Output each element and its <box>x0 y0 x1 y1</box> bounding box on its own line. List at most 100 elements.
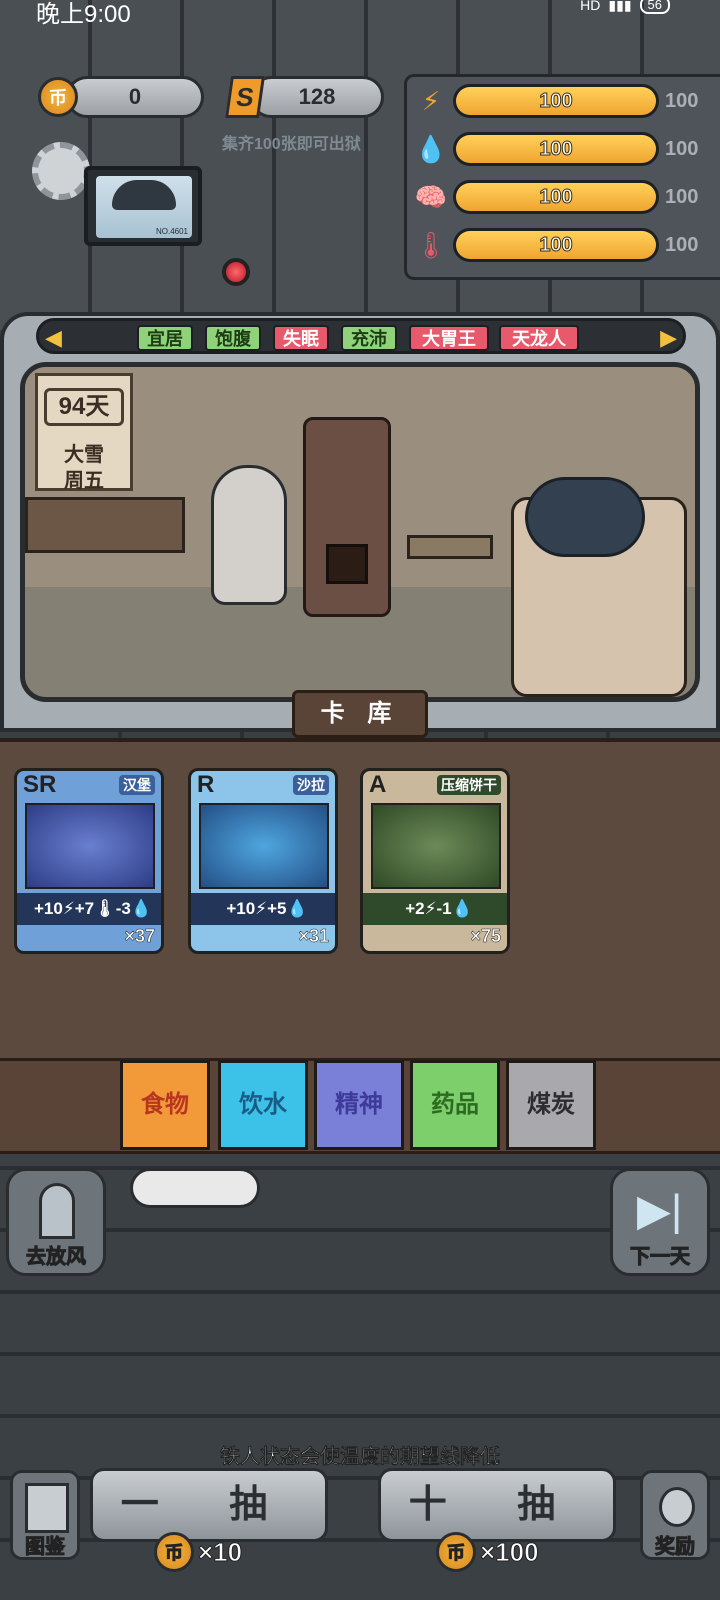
card-count: ×31 <box>298 926 329 947</box>
tags-right-arrow-icon[interactable]: ▶ <box>660 325 677 351</box>
mind-bar: 100 <box>453 180 659 214</box>
temperature-value: 100 <box>539 234 573 257</box>
coal-stove <box>303 417 391 617</box>
trait-tag-bar: ◀ 宜居 饱腹 失眠 充沛 大胃王 天龙人 ▶ <box>36 318 686 354</box>
inmates-bubble <box>130 1168 260 1208</box>
card-rarity: R <box>197 771 215 798</box>
stool <box>407 535 493 559</box>
card-header: SR 汉堡 <box>17 771 161 799</box>
status-tip: 铁人状态会使温度的期望线降低 <box>220 1446 501 1469</box>
coin-counter: 0 <box>66 76 204 118</box>
draw-one-button[interactable]: 一 抽 <box>90 1468 328 1542</box>
trait-tag[interactable]: 失眠 <box>273 325 329 351</box>
card-name: 汉堡 <box>119 775 155 795</box>
prison-cell-scene: 94天 大雪 周五 <box>20 362 700 702</box>
codex-button[interactable]: 图鉴 <box>10 1470 80 1560</box>
door-icon <box>39 1183 75 1239</box>
draw-one-cost-value: ×10 <box>197 1536 243 1567</box>
prisoner-portrait: NO.4601 <box>96 176 192 238</box>
stat-temperature: 🌡 100 100 <box>413 225 713 265</box>
coin-icon: 币 <box>38 77 78 117</box>
card-rarity: A <box>369 771 387 798</box>
tab-mind[interactable]: 精神 <box>314 1060 404 1150</box>
toilet <box>211 465 287 605</box>
signal-icon: ▮▮▮ <box>608 0 632 13</box>
salad-icon <box>199 803 329 889</box>
skip-forward-icon: ▶| <box>637 1186 683 1235</box>
book-icon <box>25 1483 69 1533</box>
weekday-label: 周五 <box>64 470 104 492</box>
codex-label: 图鉴 <box>25 1536 66 1559</box>
calendar: 94天 大雪 周五 <box>35 373 133 492</box>
settings-gear-icon[interactable] <box>32 142 90 200</box>
card-name: 压缩饼干 <box>437 775 501 795</box>
next-day-label: 下一天 <box>630 1246 691 1269</box>
card-effect: +10⚡+5💧 <box>191 893 335 925</box>
tags-left-arrow-icon[interactable]: ◀ <box>45 325 62 351</box>
temperature-bar: 100 <box>453 228 659 262</box>
card-hamburger[interactable]: SR 汉堡 +10⚡+7🌡-3💧 ×37 <box>14 768 164 954</box>
card-name: 沙拉 <box>293 775 329 795</box>
hd-indicator: HD <box>580 0 601 13</box>
energy-bolt-icon: ⚡ <box>421 85 441 116</box>
reward-label: 奖励 <box>655 1536 696 1559</box>
energy-value: 100 <box>539 90 573 113</box>
prisoner-monitor: NO.4601 <box>84 166 202 246</box>
reward-button[interactable]: 奖励 <box>640 1470 710 1560</box>
tab-water[interactable]: 饮水 <box>218 1060 308 1150</box>
draw-ten-cost: 币 ×100 <box>436 1532 539 1572</box>
mind-max: 100 <box>665 185 699 208</box>
card-count: ×75 <box>470 926 501 947</box>
prisoner-id: NO.4601 <box>155 227 188 236</box>
trait-tag[interactable]: 饱腹 <box>205 325 261 351</box>
trait-tag[interactable]: 充沛 <box>341 325 397 351</box>
go-out-label: 去放风 <box>26 1246 87 1269</box>
draw-ten-cost-value: ×100 <box>480 1536 540 1567</box>
escape-hint: 集齐100张即可出狱 <box>222 136 361 153</box>
energy-max: 100 <box>665 89 699 112</box>
shard-counter: 128 <box>250 76 384 118</box>
trait-tag[interactable]: 天龙人 <box>499 325 579 351</box>
card-header: R 沙拉 <box>191 771 335 799</box>
energy-bar: 100 <box>453 84 659 118</box>
hamburger-icon <box>25 803 155 889</box>
trait-tag[interactable]: 大胃王 <box>409 325 489 351</box>
card-effect: +10⚡+7🌡-3💧 <box>17 893 161 925</box>
card-rarity: SR <box>23 771 57 798</box>
coin-count: 0 <box>128 84 142 109</box>
draw-ten-button[interactable]: 十 抽 <box>378 1468 616 1542</box>
alarm-light-icon <box>222 258 250 286</box>
coin-icon: 币 <box>154 1532 194 1572</box>
stat-mind: 🧠 100 100 <box>413 177 713 217</box>
brain-icon: 🧠 <box>414 181 448 212</box>
status-icons: HD ▮▮▮ 56 <box>580 0 670 14</box>
stat-energy: ⚡ 100 100 <box>413 81 713 121</box>
water-drop-icon: 💧 <box>414 133 448 164</box>
weather-label: 大雪 <box>64 444 104 466</box>
stat-water: 💧 100 100 <box>413 129 713 169</box>
go-out-button[interactable]: 去放风 <box>6 1168 106 1276</box>
card-library-label: 卡 库 <box>292 690 428 738</box>
desk <box>25 497 185 553</box>
trait-tag[interactable]: 宜居 <box>137 325 193 351</box>
sleeping-prisoner <box>525 477 645 557</box>
next-day-button[interactable]: ▶| 下一天 <box>610 1168 710 1276</box>
card-count: ×37 <box>124 926 155 947</box>
s-currency-icon: S <box>225 76 265 118</box>
card-compressed-biscuit[interactable]: A 压缩饼干 +2⚡-1💧 ×75 <box>360 768 510 954</box>
status-bar: 晚上9:00 HD ▮▮▮ 56 <box>0 0 720 28</box>
tab-food[interactable]: 食物 <box>120 1060 210 1150</box>
biscuit-icon <box>371 803 501 889</box>
card-header: A 压缩饼干 <box>363 771 507 799</box>
coin-icon: 币 <box>436 1532 476 1572</box>
mouse-icon <box>659 1487 695 1527</box>
card-salad[interactable]: R 沙拉 +10⚡+5💧 ×31 <box>188 768 338 954</box>
tab-medicine[interactable]: 药品 <box>410 1060 500 1150</box>
thermometer-icon: 🌡 <box>414 229 448 260</box>
mind-value: 100 <box>539 186 573 209</box>
temperature-max: 100 <box>665 233 699 256</box>
tab-coal[interactable]: 煤炭 <box>506 1060 596 1150</box>
draw-one-cost: 币 ×10 <box>154 1532 243 1572</box>
battery-icon: 56 <box>639 0 670 14</box>
portrait-hair <box>112 180 176 210</box>
